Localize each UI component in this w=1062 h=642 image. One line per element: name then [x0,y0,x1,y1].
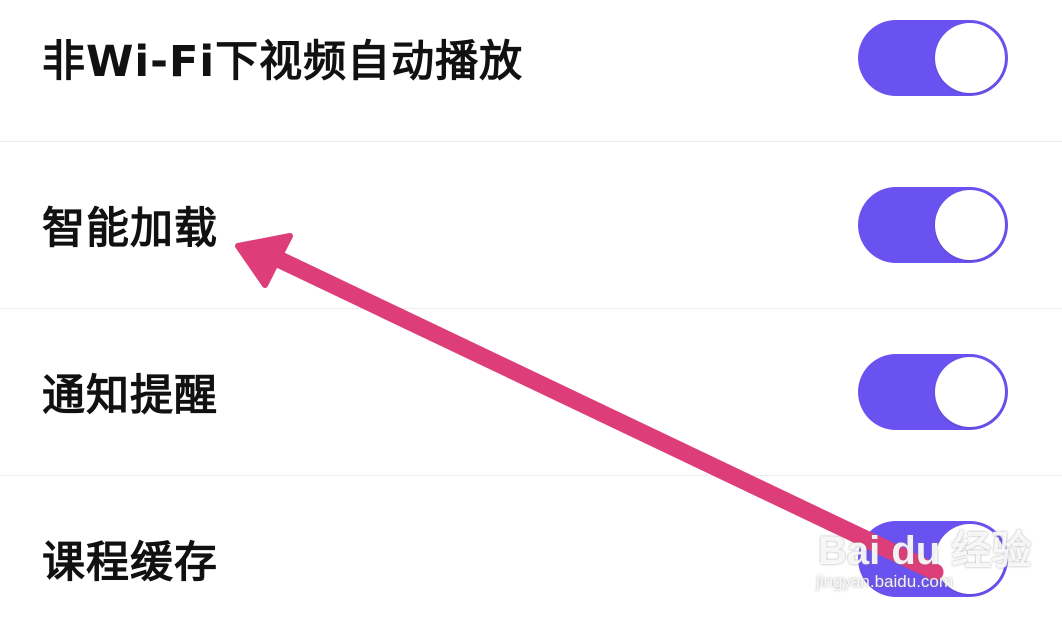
setting-label-course-cache: 课程缓存 [42,538,218,588]
settings-list: 非Wi-Fi下视频自动播放 智能加载 通知提醒 课程缓存 [0,0,1062,619]
toggle-knob [935,23,1005,93]
course-cache-toggle[interactable] [858,521,1008,597]
toggle-knob [935,190,1005,260]
autoplay-toggle[interactable] [858,20,1008,96]
setting-label-smart-load: 智能加载 [42,204,218,254]
setting-row-autoplay: 非Wi-Fi下视频自动播放 [0,0,1062,141]
setting-label-autoplay: 非Wi-Fi下视频自动播放 [42,37,524,87]
setting-label-notification: 通知提醒 [42,371,218,421]
notification-toggle[interactable] [858,354,1008,430]
setting-row-notification: 通知提醒 [0,309,1062,475]
smart-load-toggle[interactable] [858,187,1008,263]
toggle-knob [935,524,1005,594]
toggle-knob [935,357,1005,427]
setting-row-course-cache: 课程缓存 [0,476,1062,642]
setting-row-smart-load: 智能加载 [0,142,1062,308]
